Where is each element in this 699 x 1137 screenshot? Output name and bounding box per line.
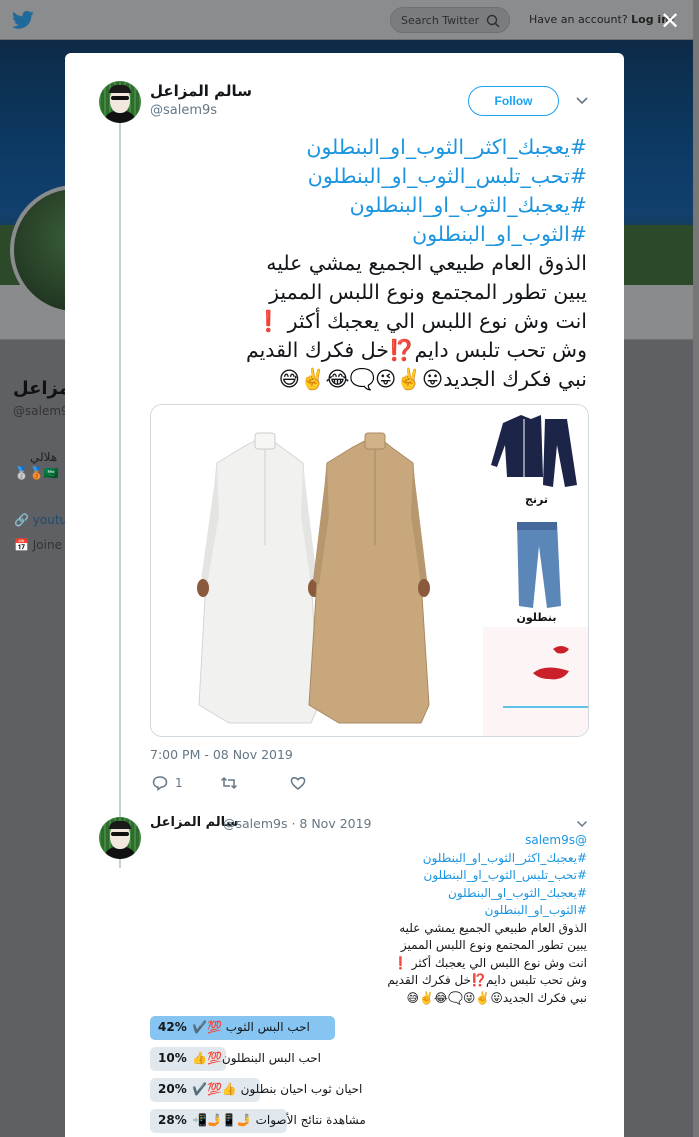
poll-option-percent: 10% xyxy=(158,1051,187,1065)
hashtag-link[interactable]: #تحب_تلبس_الثوب_او_البنطلون xyxy=(150,867,587,885)
reply-count: 1 xyxy=(175,776,183,790)
profile-handle: @salem9 xyxy=(13,404,69,418)
poll: 42% احب البس الثوب 💯✔️ 10% احب البس البن… xyxy=(150,1016,450,1137)
profile-bio-emoji: 🥈🥉🇸🇦 xyxy=(14,466,59,480)
avatar-hair xyxy=(109,821,131,829)
search-icon[interactable] xyxy=(486,14,500,28)
author-name[interactable]: سالم المزاعل xyxy=(150,82,252,100)
poll-option[interactable]: 10% احب البس البنطلون💯👍 xyxy=(150,1047,450,1071)
reply-author-avatar[interactable] xyxy=(99,817,141,859)
mention-link[interactable]: @salem9s xyxy=(150,832,587,850)
close-icon[interactable]: ✕ xyxy=(658,9,682,33)
tweet-line: نبي فكرك الجديد😛✌️😜🗨️😂✌️😅 xyxy=(278,367,587,391)
poll-option[interactable]: 20% احيان ثوب احيان بنطلون 👍💯✔️ xyxy=(150,1078,450,1102)
hashtag-link[interactable]: #الثوب_او_البنطلون xyxy=(150,220,587,249)
tweet-modal: سالم المزاعل @salem9s Follow #يعجبك_اكثر… xyxy=(65,53,624,1137)
reply-line: الذوق العام طبيعي الجميع يمشي عليه xyxy=(399,920,587,935)
page-scrollbar[interactable] xyxy=(693,0,699,1137)
poll-option-percent: 28% xyxy=(158,1113,187,1127)
author-avatar[interactable] xyxy=(99,81,141,123)
media-thobe-photo[interactable] xyxy=(151,405,481,736)
twitter-logo-icon[interactable] xyxy=(12,10,34,30)
avatar-hair xyxy=(109,85,131,93)
profile-link[interactable]: 🔗 youtul xyxy=(14,513,70,527)
hashtag-link[interactable]: #يعجبك_الثوب_او_البنطلون xyxy=(150,191,587,220)
heart-icon xyxy=(290,777,306,790)
media-text-photo[interactable] xyxy=(483,627,588,736)
profile-joined: 📅 Joine xyxy=(14,538,62,552)
hashtag-link[interactable]: #تحب_تلبس_الثوب_او_البنطلون xyxy=(150,162,587,191)
tweet-text: #يعجبك_اكثر_الثوب_او_البنطلون #تحب_تلبس_… xyxy=(150,133,587,394)
profile-joined-text: Joine xyxy=(32,538,62,552)
follow-button[interactable]: Follow xyxy=(468,86,559,116)
reply-line: يبين تطور المجتمع ونوع اللبس المميز xyxy=(400,938,587,952)
poll-option-percent: 20% xyxy=(158,1082,187,1096)
poll-option-label: احب البس البنطلون💯👍 xyxy=(192,1051,322,1065)
tweet-media[interactable]: ترنج بنطلون xyxy=(150,404,589,737)
account-prompt-text: Have an account? xyxy=(529,13,628,26)
poll-option-percent: 42% xyxy=(158,1020,187,1034)
reply-line: وش تحب تلبس دايم⁉️خل فكرك القديم xyxy=(387,973,587,987)
profile-bio: هلالي xyxy=(30,450,58,464)
tweet-actions: 1 xyxy=(150,775,350,795)
hashtag-link[interactable]: #يعجبك_اكثر_الثوب_او_البنطلون xyxy=(150,850,587,868)
poll-option[interactable]: 28% مشاهدة نتائج الأصوات 🤳📱🤳📲 xyxy=(150,1109,450,1133)
tweet-line: انت وش نوع اللبس الي يعجبك أكثر ❗ xyxy=(255,309,587,333)
chevron-down-icon[interactable] xyxy=(576,819,588,829)
reply-icon xyxy=(152,776,168,791)
retweet-icon xyxy=(220,776,238,790)
reply-line: انت وش نوع اللبس الي يعجبك أكثر ❗ xyxy=(392,955,587,970)
top-navigation-bar: Search Twitter Have an account? Log in▾ xyxy=(0,0,699,40)
tweet-line: الذوق العام طبيعي الجميع يمشي عليه xyxy=(266,251,587,275)
poll-option-label: احيان ثوب احيان بنطلون 👍💯✔️ xyxy=(192,1082,363,1096)
avatar-glasses xyxy=(111,96,129,100)
red-text-graphic xyxy=(483,627,588,736)
retweet-button[interactable] xyxy=(220,775,238,793)
poll-option-label: مشاهدة نتائج الأصوات 🤳📱🤳📲 xyxy=(192,1113,366,1127)
media-caption: ترنج xyxy=(524,493,549,506)
media-tracksuit-photo[interactable]: ترنج xyxy=(483,405,588,514)
tweet-line: يبين تطور المجتمع ونوع اللبس المميز xyxy=(269,280,587,304)
hashtag-link[interactable]: #يعجبك_اكثر_الثوب_او_البنطلون xyxy=(150,133,587,162)
search-box[interactable]: Search Twitter xyxy=(390,7,510,33)
jeans-illustration xyxy=(517,522,561,608)
like-button[interactable] xyxy=(290,775,306,793)
tweet-timestamp[interactable]: 7:00 PM - 08 Nov 2019 xyxy=(150,747,293,762)
author-handle[interactable]: @salem9s xyxy=(150,103,217,118)
tweet-line: وش تحب تلبس دايم⁉️خل فكرك القديم xyxy=(245,338,587,362)
poll-option-label: احب البس الثوب 💯✔️ xyxy=(192,1020,310,1034)
thobe-illustration xyxy=(197,432,430,724)
thread-connector-line xyxy=(119,123,121,868)
reply-text: @salem9s #يعجبك_اكثر_الثوب_او_البنطلون #… xyxy=(150,832,587,1007)
avatar-glasses xyxy=(111,832,129,836)
reply-button[interactable] xyxy=(152,775,168,793)
reply-author-handle[interactable]: @salem9s · 8 Nov 2019 xyxy=(223,816,372,831)
chevron-down-icon[interactable] xyxy=(575,95,589,107)
hashtag-link[interactable]: #الثوب_او_البنطلون xyxy=(150,902,587,920)
hashtag-link[interactable]: #يعجبك_الثوب_او_البنطلون xyxy=(150,885,587,903)
account-prompt: Have an account? Log in▾ xyxy=(529,13,675,26)
reply-line: نبي فكرك الجديد😛✌️😜🗨️😂✌️😅 xyxy=(406,990,587,1005)
media-caption: بنطلون xyxy=(516,611,557,624)
media-jeans-photo[interactable]: بنطلون xyxy=(483,516,588,625)
search-placeholder: Search Twitter xyxy=(401,14,480,27)
poll-option[interactable]: 42% احب البس الثوب 💯✔️ xyxy=(150,1016,450,1040)
